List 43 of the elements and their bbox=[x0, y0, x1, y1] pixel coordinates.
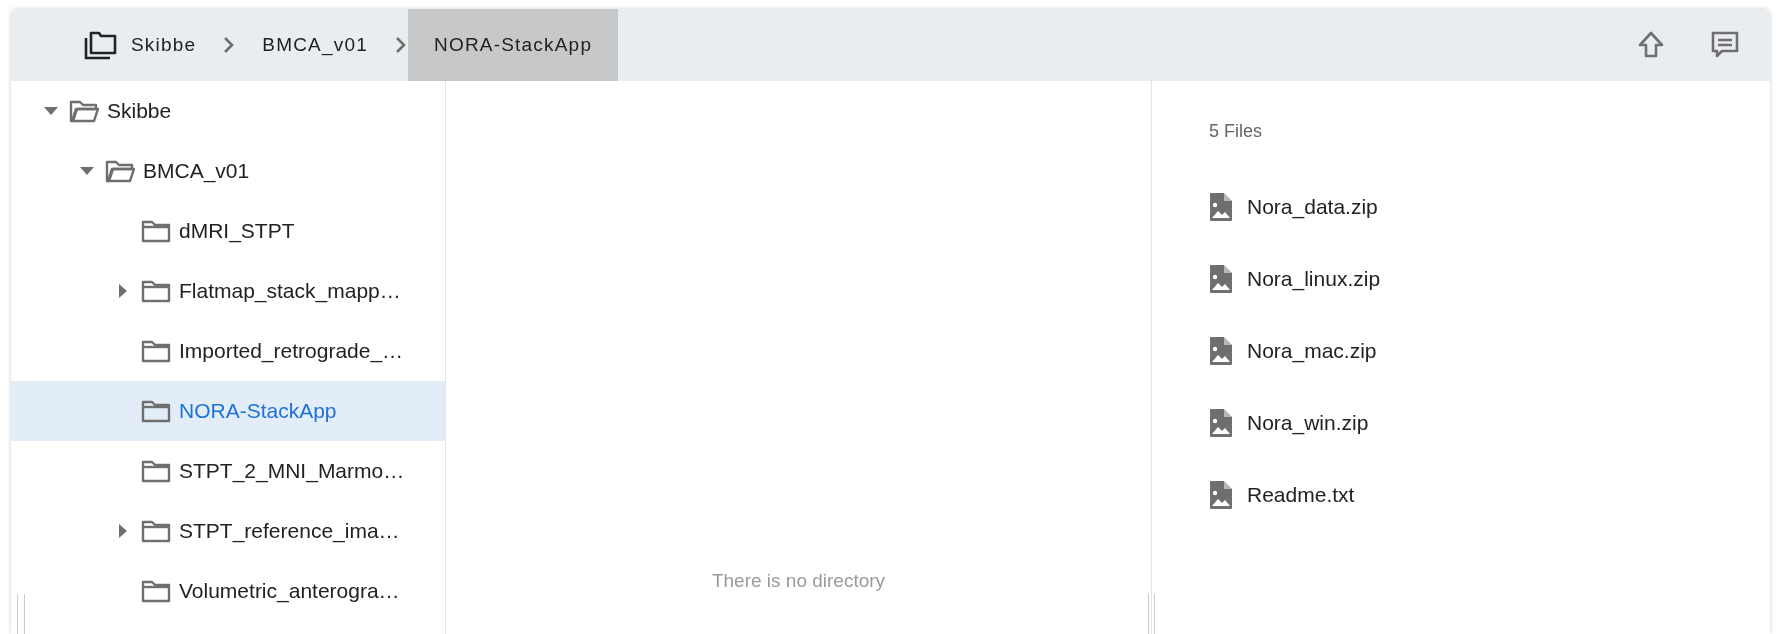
folder-icon bbox=[141, 519, 171, 543]
folders-icon bbox=[83, 30, 117, 60]
open-folder-icon bbox=[105, 159, 135, 183]
open-folder-icon bbox=[69, 99, 99, 123]
upload-icon bbox=[1636, 30, 1666, 60]
folder-icon bbox=[141, 579, 171, 603]
caret-right-icon bbox=[119, 284, 127, 298]
folder-icon bbox=[141, 399, 171, 423]
comment-icon bbox=[1710, 30, 1740, 60]
caret-down-icon bbox=[44, 107, 58, 115]
file-item[interactable]: Nora_data.zip bbox=[1209, 171, 1378, 243]
file-item[interactable]: Nora_linux.zip bbox=[1209, 243, 1381, 315]
caret-down-icon bbox=[80, 167, 94, 175]
tree-item[interactable]: dMRI_STPT bbox=[11, 201, 445, 261]
resize-handle[interactable] bbox=[17, 594, 25, 634]
folder-icon bbox=[141, 339, 171, 363]
breadcrumb-item[interactable]: Skibbe bbox=[57, 9, 223, 81]
chevron-right-icon bbox=[394, 35, 408, 55]
file-item[interactable]: Nora_mac.zip bbox=[1209, 315, 1377, 387]
folder-icon bbox=[141, 219, 171, 243]
image-file-icon bbox=[1209, 336, 1233, 366]
file-item[interactable]: Nora_win.zip bbox=[1209, 387, 1369, 459]
folder-icon bbox=[141, 459, 171, 483]
tree-item[interactable]: Flatmap_stack_mapp… bbox=[11, 261, 445, 321]
file-count: 5 Files bbox=[1209, 121, 1263, 142]
image-file-icon bbox=[1209, 264, 1233, 294]
tree-item[interactable]: Volumetric_anterogra… bbox=[11, 561, 445, 621]
folder-icon bbox=[141, 279, 171, 303]
tree-item[interactable]: STPT_2_MNI_Marmo… bbox=[11, 441, 445, 501]
image-file-icon bbox=[1209, 192, 1233, 222]
tree-item[interactable]: Imported_retrograde_… bbox=[11, 321, 445, 381]
breadcrumb-item[interactable]: BMCA_v01 bbox=[236, 9, 394, 81]
caret-right-icon bbox=[119, 524, 127, 538]
image-file-icon bbox=[1209, 480, 1233, 510]
tree-item[interactable]: STPT_reference_ima… bbox=[11, 501, 445, 561]
tree-item[interactable]: Skibbe bbox=[11, 81, 445, 141]
breadcrumb-item[interactable]: NORA-StackApp bbox=[408, 9, 619, 81]
image-file-icon bbox=[1209, 408, 1233, 438]
file-item[interactable]: Readme.txt bbox=[1209, 459, 1355, 531]
resize-handle[interactable] bbox=[1148, 594, 1155, 634]
tree-item[interactable]: NORA-StackApp bbox=[11, 381, 445, 441]
tree-item[interactable]: BMCA_v01 bbox=[11, 141, 445, 201]
empty-message: There is no directory bbox=[711, 570, 886, 592]
